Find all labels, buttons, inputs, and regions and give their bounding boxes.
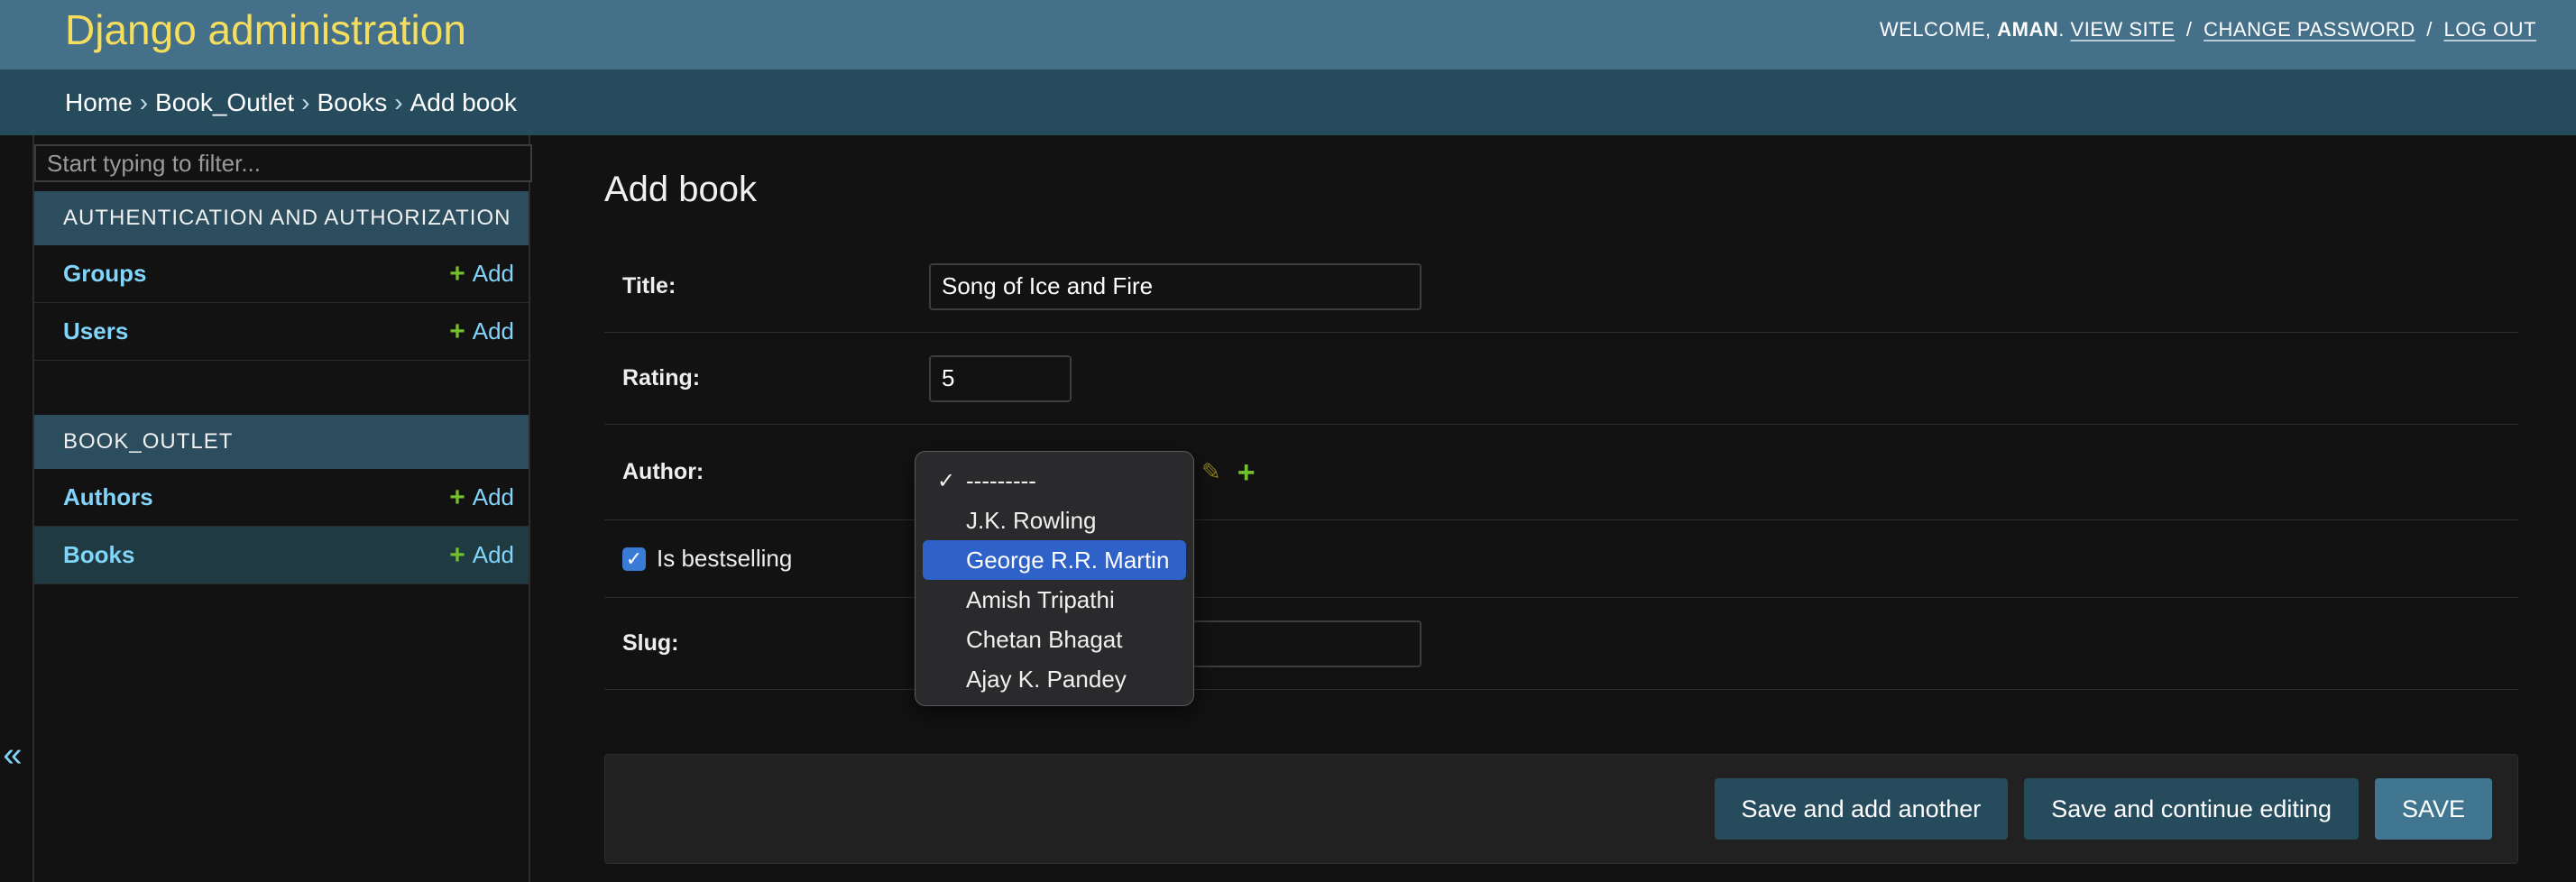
site-branding[interactable]: Django administration	[65, 5, 466, 54]
sidebar-item-authors: Authors + Add	[34, 469, 529, 527]
form-row-is-bestselling: ✓ Is bestselling	[604, 520, 2518, 598]
form-row-title: Title:	[604, 241, 2518, 333]
page-title: Add book	[604, 170, 758, 209]
breadcrumb-separator: ›	[394, 87, 403, 116]
add-label: Add	[472, 541, 514, 568]
breadcrumb-app[interactable]: Book_Outlet	[155, 88, 294, 117]
separator: /	[2185, 17, 2193, 41]
is-bestselling-label[interactable]: Is bestselling	[657, 545, 792, 573]
title-input[interactable]	[929, 262, 1421, 310]
rating-input[interactable]	[929, 354, 1072, 402]
is-bestselling-checkbox[interactable]: ✓	[622, 547, 646, 571]
add-users-link[interactable]: + Add	[449, 317, 514, 345]
author-option[interactable]: J.K. Rowling	[923, 501, 1186, 540]
add-label: Add	[472, 483, 514, 510]
form-row-rating: Rating:	[604, 333, 2518, 425]
author-option[interactable]: Amish Tripathi	[923, 580, 1186, 620]
add-label: Add	[472, 260, 514, 287]
form-row-author: Author: ✎ +	[604, 425, 2518, 520]
option-label: George R.R. Martin	[966, 546, 1170, 574]
save-and-continue-button[interactable]: Save and continue editing	[2024, 778, 2359, 840]
add-label: Add	[472, 317, 514, 345]
plus-icon: +	[449, 482, 465, 512]
add-books-link[interactable]: + Add	[449, 541, 514, 569]
header: Django administration Welcome, aman. Vie…	[0, 0, 2576, 69]
model-link-users[interactable]: Users	[63, 317, 128, 345]
sidebar-collapse-button[interactable]: «	[0, 732, 25, 777]
add-authors-link[interactable]: + Add	[449, 483, 514, 511]
author-option[interactable]: ✓ ---------	[923, 461, 1186, 501]
username: aman	[1997, 17, 2059, 41]
model-link-groups[interactable]: Groups	[63, 260, 146, 288]
breadcrumb-home[interactable]: Home	[65, 88, 133, 117]
change-password-link[interactable]: Change password	[2203, 18, 2415, 41]
model-link-books[interactable]: Books	[63, 541, 134, 569]
module-caption-auth[interactable]: Authentication and Authorization	[34, 191, 529, 245]
option-label: Amish Tripathi	[966, 585, 1115, 613]
add-groups-link[interactable]: + Add	[449, 260, 514, 288]
save-button[interactable]: SAVE	[2374, 778, 2492, 840]
breadcrumb-separator: ›	[139, 87, 149, 116]
author-option[interactable]: Ajay K. Pandey	[923, 659, 1186, 699]
plus-icon: +	[449, 539, 465, 570]
breadcrumb-current: Add book	[409, 87, 517, 116]
plus-icon: +	[449, 316, 465, 346]
author-option[interactable]: Chetan Bhagat	[923, 620, 1186, 659]
option-label: ---------	[966, 466, 1036, 494]
submit-row: Save and add another Save and continue e…	[604, 754, 2518, 864]
breadcrumb-model[interactable]: Books	[317, 88, 387, 117]
author-label: Author:	[622, 459, 704, 484]
plus-icon: +	[449, 258, 465, 289]
main-content: Add book Title: Rating: Author: ✎ + ✓ Is…	[604, 135, 2518, 864]
view-site-link[interactable]: View site	[2071, 18, 2176, 41]
breadcrumb: Home › Book_Outlet › Books › Add book	[0, 69, 2576, 135]
sidebar-item-groups: Groups + Add	[34, 245, 529, 303]
user-tools: Welcome, aman. View site / Change passwo…	[1879, 17, 2536, 41]
book-form: Title: Rating: Author: ✎ + ✓ Is bestsell…	[604, 241, 2518, 690]
sidebar-item-books: Books + Add	[34, 527, 529, 584]
model-link-authors[interactable]: Authors	[63, 483, 153, 511]
nav-filter-input[interactable]	[34, 144, 532, 182]
author-option-highlighted[interactable]: George R.R. Martin	[923, 540, 1186, 580]
breadcrumb-separator: ›	[301, 87, 310, 116]
separator: /	[2426, 17, 2433, 41]
option-label: Ajay K. Pandey	[966, 665, 1127, 693]
author-select-dropdown: ✓ --------- J.K. Rowling George R.R. Mar…	[915, 451, 1194, 706]
rating-label: Rating:	[622, 365, 701, 390]
add-related-plus-icon[interactable]: +	[1237, 457, 1256, 488]
option-label: Chetan Bhagat	[966, 625, 1123, 653]
module-caption-book-outlet[interactable]: Book_Outlet	[34, 415, 529, 469]
slug-label: Slug:	[622, 630, 679, 656]
form-row-slug: Slug:	[604, 598, 2518, 690]
title-label: Title:	[622, 273, 676, 299]
save-and-add-another-button[interactable]: Save and add another	[1714, 778, 2009, 840]
sidebar-item-users: Users + Add	[34, 303, 529, 361]
option-label: J.K. Rowling	[966, 506, 1097, 534]
checkmark-icon: ✓	[937, 468, 956, 493]
pencil-icon[interactable]: ✎	[1201, 458, 1221, 486]
welcome-text: Welcome,	[1879, 17, 1992, 41]
log-out-link[interactable]: Log out	[2443, 18, 2536, 41]
related-widget-icons: ✎ +	[1201, 457, 1256, 488]
module-gap	[34, 361, 529, 415]
sidebar: Authentication and Authorization Groups …	[32, 135, 532, 882]
